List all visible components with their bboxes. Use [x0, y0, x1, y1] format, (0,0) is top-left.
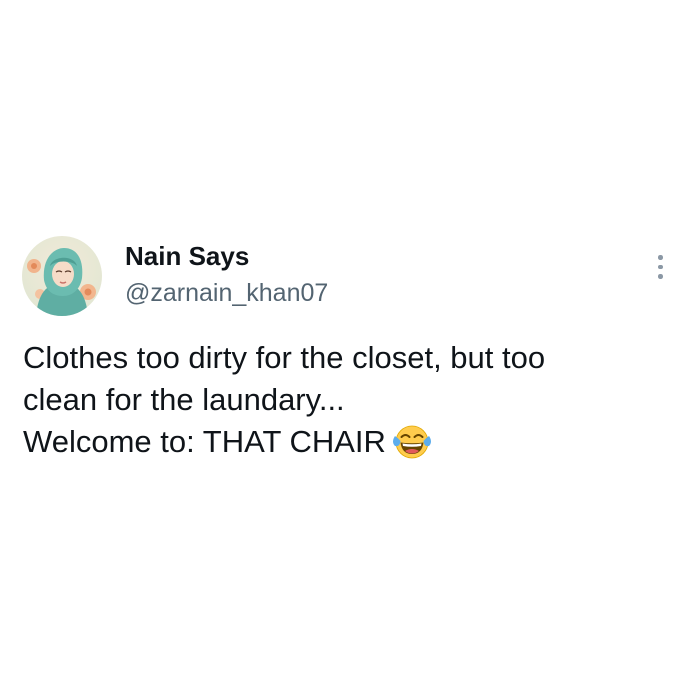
tweet-text-line-content: Welcome to: THAT CHAIR — [23, 424, 386, 459]
face-with-tears-of-joy-icon — [392, 423, 432, 461]
tweet-text-line: Clothes too dirty for the closet, but to… — [23, 340, 546, 375]
avatar[interactable] — [22, 236, 102, 316]
more-vertical-icon — [658, 255, 663, 260]
tweet-text: Clothes too dirty for the closet, but to… — [23, 337, 683, 463]
tweet-text-line: clean for the laundary... — [23, 382, 345, 417]
more-vertical-icon-dot — [658, 274, 663, 279]
tweet-text-line-last: Welcome to: THAT CHAIR — [23, 421, 683, 463]
tweet-card: Nain Says @zarnain_khan07 Clothes too di… — [0, 0, 700, 700]
author-display-name[interactable]: Nain Says — [125, 240, 249, 272]
more-options-button[interactable] — [648, 252, 672, 282]
author-handle[interactable]: @zarnain_khan07 — [125, 277, 328, 309]
avatar-image — [22, 236, 102, 316]
more-vertical-icon-dot — [658, 264, 663, 269]
